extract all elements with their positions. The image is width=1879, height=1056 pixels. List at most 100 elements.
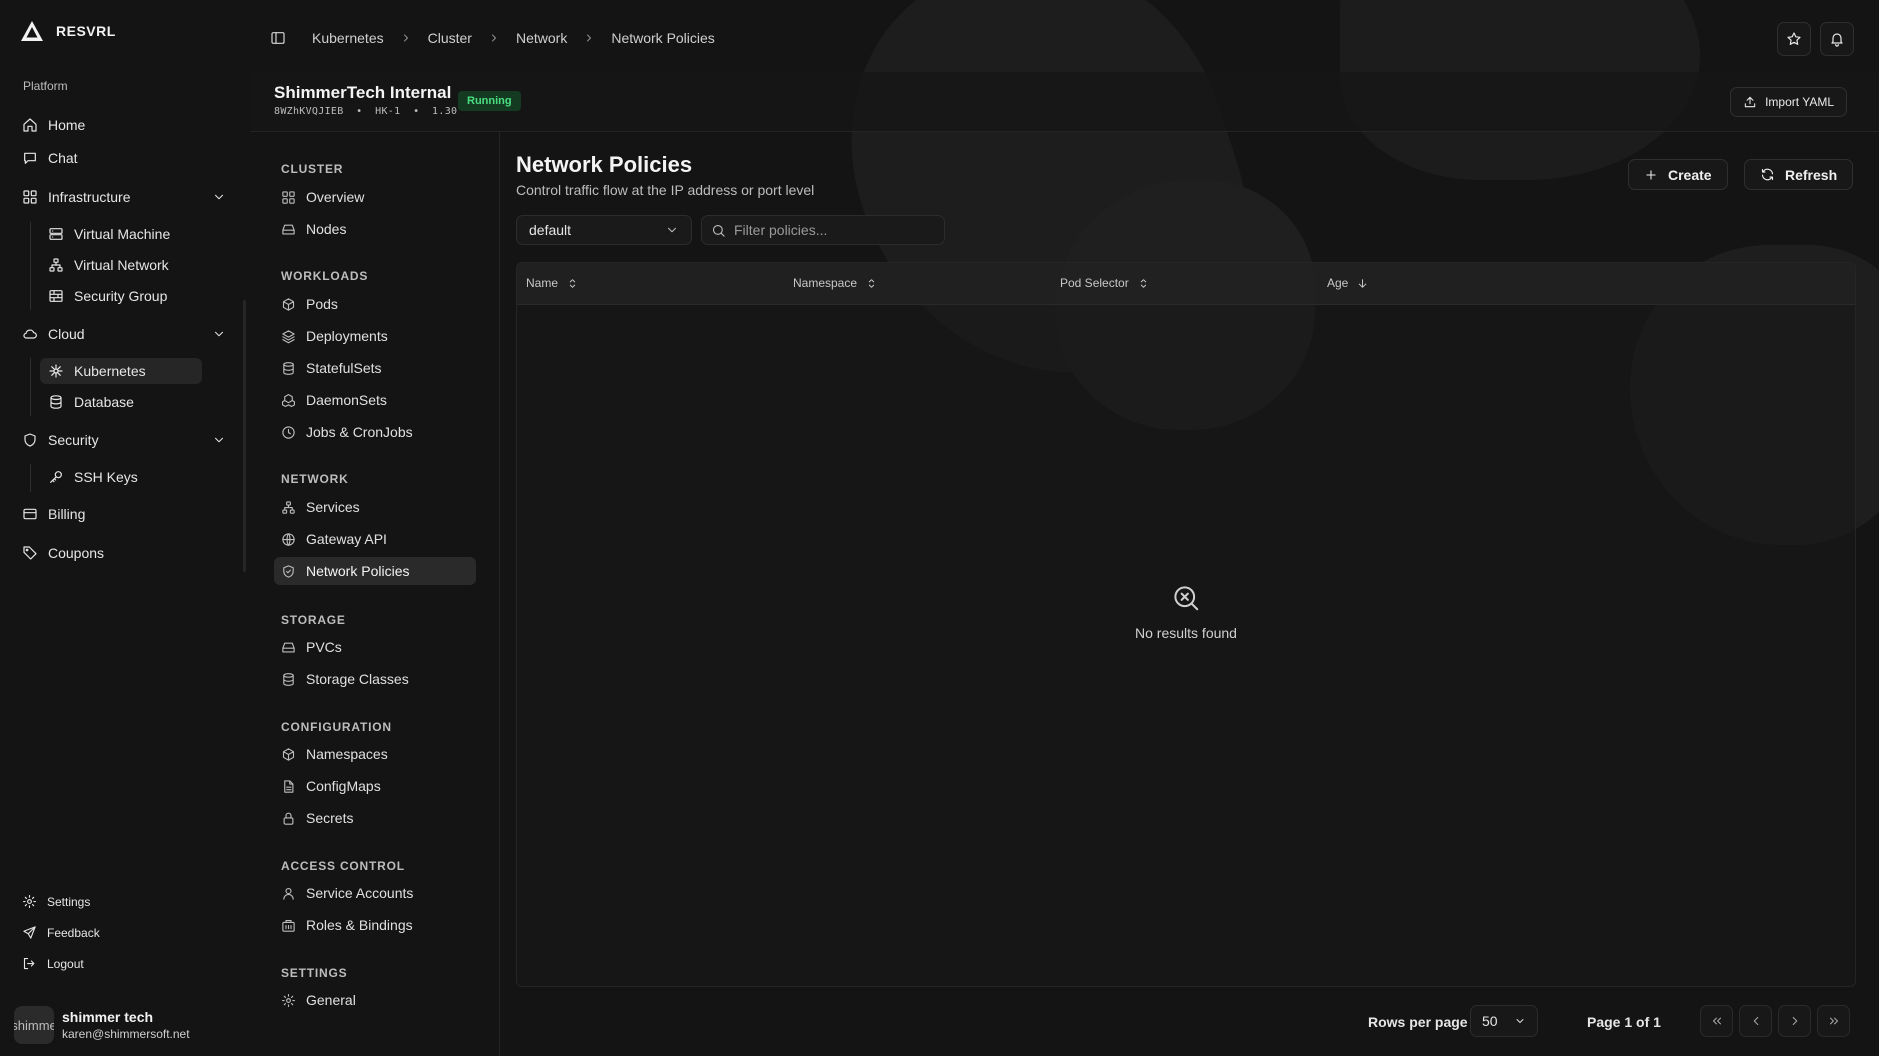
nav-item-jobs[interactable]: Jobs & CronJobs	[274, 418, 476, 446]
sidebar-section-label: Platform	[23, 79, 68, 93]
globe-icon	[282, 532, 295, 546]
search-input[interactable]	[734, 222, 934, 238]
sidebar-scrollbar[interactable]	[243, 300, 246, 572]
column-label: Name	[526, 276, 559, 290]
nav-heading-network: NETWORK	[281, 472, 349, 486]
search-box[interactable]	[701, 215, 945, 245]
sidebar-item-kubernetes[interactable]: Kubernetes	[40, 358, 202, 384]
server-icon	[49, 228, 63, 240]
nav-item-label: Namespaces	[306, 746, 388, 762]
sidebar-item-database[interactable]: Database	[40, 389, 202, 415]
column-header-age[interactable]: Age	[1327, 276, 1369, 290]
sidebar-item-chat[interactable]: Chat	[22, 144, 226, 172]
sidebar-item-billing[interactable]: Billing	[22, 500, 226, 528]
sidebar-item-security[interactable]: Security	[22, 426, 226, 454]
column-header-pod-selector[interactable]: Pod Selector	[1060, 276, 1150, 290]
sidebar-item-label: Database	[74, 394, 134, 410]
sidebar-item-home[interactable]: Home	[22, 111, 226, 139]
chevron-down-icon[interactable]	[212, 433, 226, 447]
breadcrumb-cluster[interactable]: Cluster	[428, 30, 472, 46]
nav-item-general[interactable]: General	[274, 986, 476, 1014]
breadcrumb-network[interactable]: Network	[516, 30, 567, 46]
previous-page-button[interactable]	[1739, 1005, 1772, 1037]
nav-item-gateway-api[interactable]: Gateway API	[274, 525, 476, 553]
nav-item-roles-bindings[interactable]: Roles & Bindings	[274, 911, 476, 939]
nav-item-daemonsets[interactable]: DaemonSets	[274, 386, 476, 414]
refresh-button[interactable]: Refresh	[1744, 159, 1854, 190]
chevron-down-icon	[667, 227, 677, 233]
column-header-namespace[interactable]: Namespace	[793, 276, 878, 290]
page-subtitle: Control traffic flow at the IP address o…	[516, 182, 815, 198]
sidebar-footer-logout[interactable]: Logout	[22, 956, 84, 971]
key-icon	[50, 471, 62, 483]
upload-icon	[1744, 96, 1756, 108]
sidebar-item-label: Virtual Network	[74, 257, 169, 273]
nav-item-label: Roles & Bindings	[306, 917, 413, 933]
hard-drive-icon	[282, 642, 295, 652]
user-menu[interactable]: shimme shimmer tech karen@shimmersoft.ne…	[14, 1006, 190, 1044]
cluster-name: ShimmerTech Internal	[274, 83, 452, 102]
nav-heading-access-control: ACCESS CONTROL	[281, 859, 405, 873]
nav-item-network-policies[interactable]: Network Policies	[274, 557, 476, 585]
nav-item-namespaces[interactable]: Namespaces	[274, 740, 476, 768]
sidebar-item-label: Billing	[48, 506, 86, 522]
nav-item-pvcs[interactable]: PVCs	[274, 633, 476, 661]
chevron-down-icon[interactable]	[212, 190, 226, 204]
layers-icon	[282, 329, 295, 343]
page-info: Page 1 of 1	[1587, 1014, 1661, 1030]
user-icon	[283, 887, 294, 900]
sidebar-item-virtual-machine[interactable]: Virtual Machine	[40, 221, 202, 247]
nav-item-label: Jobs & CronJobs	[306, 424, 413, 440]
nav-item-label: Gateway API	[306, 531, 387, 547]
import-yaml-button[interactable]: Import YAML	[1730, 87, 1847, 117]
nav-item-statefulsets[interactable]: StatefulSets	[274, 354, 476, 382]
favorite-button[interactable]	[1777, 22, 1811, 56]
create-button[interactable]: Create	[1628, 159, 1728, 190]
nav-item-deployments[interactable]: Deployments	[274, 322, 476, 350]
namespace-select[interactable]: default	[516, 215, 692, 245]
nav-item-secrets[interactable]: Secrets	[274, 804, 476, 832]
chevrons-right-icon	[1829, 1017, 1838, 1025]
nav-item-services[interactable]: Services	[274, 493, 476, 521]
breadcrumb-current: Network Policies	[611, 30, 715, 46]
brand[interactable]: RESVRL	[20, 20, 116, 42]
namespace-value: default	[529, 222, 572, 238]
sidebar-toggle-icon[interactable]	[270, 30, 286, 46]
first-page-button[interactable]	[1700, 1005, 1733, 1037]
sidebar-item-virtual-network[interactable]: Virtual Network	[40, 252, 202, 278]
refresh-label: Refresh	[1785, 166, 1838, 183]
sidebar-item-label: Chat	[48, 150, 78, 166]
chevron-down-icon[interactable]	[212, 327, 226, 341]
nav-item-overview[interactable]: Overview	[274, 183, 476, 211]
nav-heading-settings: SETTINGS	[281, 966, 348, 980]
sidebar-item-security-group[interactable]: Security Group	[40, 283, 202, 309]
nav-item-configmaps[interactable]: ConfigMaps	[274, 772, 476, 800]
cluster-region: HK-1	[375, 106, 401, 117]
column-header-name[interactable]: Name	[526, 276, 579, 290]
sidebar-item-label: Kubernetes	[74, 363, 146, 379]
nav-item-label: Deployments	[306, 328, 388, 344]
rows-per-page-select[interactable]: 50	[1470, 1005, 1538, 1037]
nav-item-nodes[interactable]: Nodes	[274, 215, 476, 243]
file-icon	[284, 779, 294, 793]
sidebar-item-cloud[interactable]: Cloud	[22, 320, 226, 348]
nav-item-storage-classes[interactable]: Storage Classes	[274, 665, 476, 693]
page-title: Network Policies	[516, 152, 693, 177]
sidebar-item-ssh-keys[interactable]: SSH Keys	[40, 464, 202, 490]
notifications-button[interactable]	[1820, 22, 1854, 56]
sidebar-item-infrastructure[interactable]: Infrastructure	[22, 183, 226, 211]
last-page-button[interactable]	[1817, 1005, 1850, 1037]
sidebar-footer-feedback[interactable]: Feedback	[22, 925, 100, 940]
nav-item-pods[interactable]: Pods	[274, 290, 476, 318]
nav-item-service-accounts[interactable]: Service Accounts	[274, 879, 476, 907]
tree-line	[30, 464, 31, 492]
next-page-button[interactable]	[1778, 1005, 1811, 1037]
sidebar-item-coupons[interactable]: Coupons	[22, 539, 226, 567]
policies-table: Name Namespace Pod Selector Age No resul…	[516, 262, 1856, 987]
search-x-icon	[1174, 586, 1199, 611]
breadcrumb-kubernetes[interactable]: Kubernetes	[312, 30, 384, 46]
lock-icon	[283, 812, 294, 825]
chevron-right-icon	[403, 34, 408, 42]
sidebar-footer-settings[interactable]: Settings	[22, 894, 90, 909]
sort-icon	[569, 278, 576, 288]
